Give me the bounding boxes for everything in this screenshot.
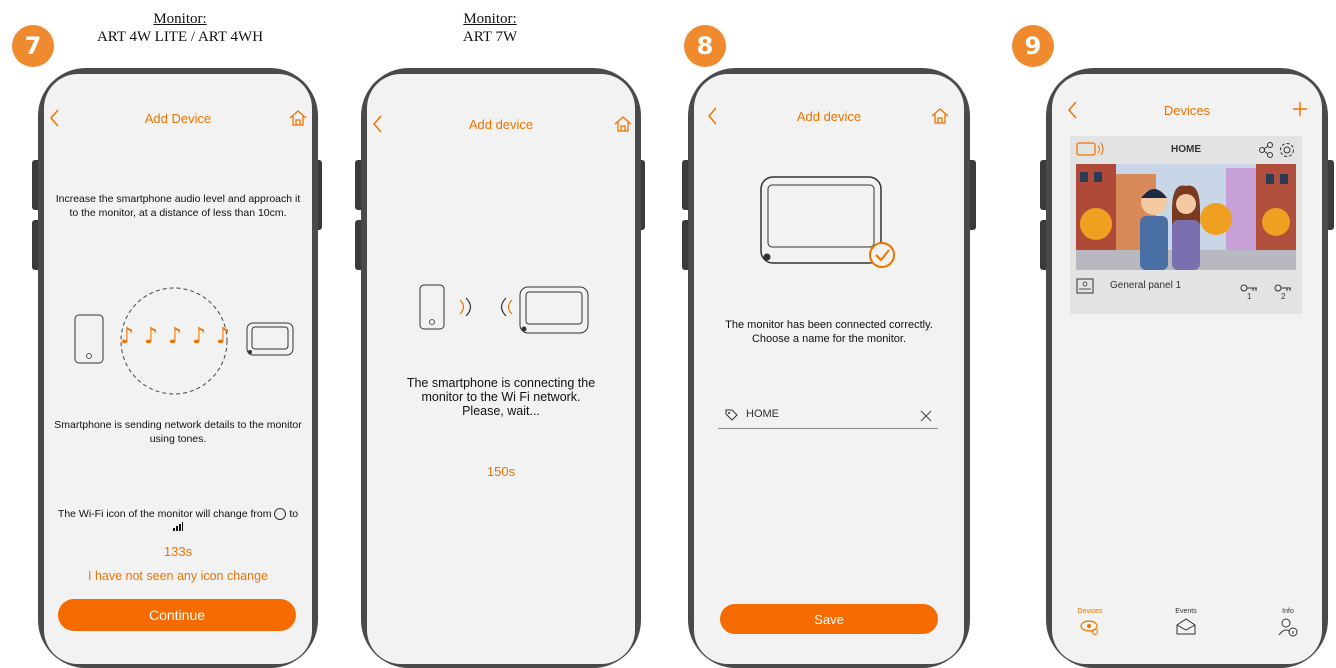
music-notes: ♪ ♪ ♪ ♪ ♪ (120, 324, 230, 354)
page-title: Devices (1163, 103, 1211, 118)
tab-label: Devices (1077, 608, 1103, 615)
step-badge-7: 7 (12, 25, 54, 67)
monitor-connected-icon (758, 174, 900, 272)
wifi-change-text: The Wi-Fi icon of the monitor will chang… (50, 508, 306, 535)
music-note-icon: ♪ (143, 324, 159, 349)
countdown-timer: 150s (486, 464, 516, 479)
music-note-icon: ♪ (191, 324, 206, 349)
monitor-caption-lite: Monitor: ART 4W LITE / ART 4WH (60, 10, 300, 46)
panel-label: General panel 1 (1110, 280, 1182, 291)
device-card[interactable]: HOME General panel 1 1 2 (1070, 136, 1302, 314)
smartphone-icon (419, 284, 445, 330)
events-icon (1166, 617, 1206, 642)
monitor-icon (519, 286, 589, 334)
step-badge-9: 9 (1012, 25, 1054, 67)
home-icon[interactable] (930, 107, 950, 125)
page-title: Add Device (144, 111, 212, 126)
tag-icon (724, 408, 738, 427)
screen-devices: Devices HOME General panel 1 1 2 Devices… (1052, 74, 1322, 664)
page-title: Add device (796, 109, 862, 124)
page-title: Add device (468, 117, 534, 132)
caption-model: ART 4W LITE / ART 4WH (96, 29, 264, 45)
tab-info[interactable]: Info (1268, 608, 1308, 642)
wifi-off-icon (274, 508, 287, 521)
tab-devices[interactable]: Devices (1070, 608, 1110, 642)
wifi-to-text: to (289, 508, 299, 520)
signal-waves-icon (455, 296, 479, 318)
lock-number: 1 (1247, 292, 1252, 301)
home-icon[interactable] (613, 115, 633, 133)
tab-events[interactable]: Events (1166, 608, 1206, 642)
clear-icon[interactable] (920, 409, 932, 427)
music-note-icon: ♪ (215, 324, 230, 349)
device-name-input[interactable] (744, 407, 908, 421)
caption-heading: Monitor: (153, 11, 207, 27)
camera-preview[interactable] (1076, 164, 1296, 270)
caption-heading: Monitor: (463, 11, 517, 27)
no-icon-change-link[interactable]: I have not seen any icon change (44, 569, 312, 583)
home-icon[interactable] (288, 109, 308, 127)
wifi-text: The Wi-Fi icon of the monitor will chang… (57, 508, 272, 520)
save-button[interactable]: Save (720, 604, 938, 634)
share-icon[interactable] (1258, 142, 1274, 163)
add-device-icon[interactable] (1292, 101, 1308, 117)
countdown-timer: 133s (163, 544, 193, 559)
devices-icon (1070, 617, 1110, 642)
music-note-icon: ♪ (167, 324, 183, 349)
entry-panel-icon (1076, 278, 1094, 299)
connected-text: The monitor has been connected correctly… (725, 319, 933, 345)
sending-text: Smartphone is sending network details to… (54, 419, 302, 445)
music-note-icon: ♪ (120, 324, 135, 349)
screen-add-device-tones: Add Device Increase the smartphone audio… (44, 74, 312, 664)
connecting-text: The smartphone is connecting the monitor… (406, 376, 596, 418)
step-badge-8: 8 (684, 25, 726, 67)
continue-button[interactable]: Continue (58, 599, 296, 631)
monitor-icon (246, 322, 294, 356)
smartphone-icon (74, 314, 104, 364)
gear-icon[interactable] (1278, 141, 1296, 164)
signal-waves-icon (493, 296, 517, 318)
wifi-signal-icon (50, 522, 306, 535)
caption-model: ART 7W (462, 29, 518, 45)
tab-label: Info (1282, 608, 1294, 615)
lock-number: 2 (1281, 292, 1286, 301)
device-name-field[interactable] (718, 406, 938, 429)
screen-connecting: Add device The smartphone is connecting … (367, 74, 635, 664)
info-icon (1268, 617, 1308, 642)
screen-connected: Add device The monitor has been connecte… (694, 74, 964, 664)
tab-label: Events (1175, 608, 1197, 615)
monitor-caption-7w: Monitor: ART 7W (430, 10, 550, 46)
instructions-text: Increase the smartphone audio level and … (55, 193, 301, 219)
